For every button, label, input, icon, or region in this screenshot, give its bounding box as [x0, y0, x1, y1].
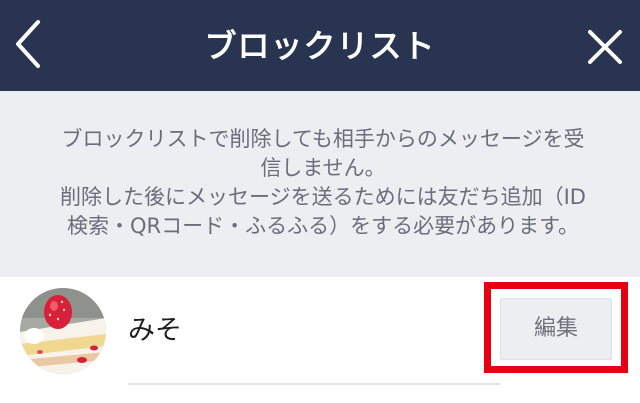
chevron-left-icon	[16, 20, 40, 68]
close-icon	[588, 30, 622, 64]
info-notice-text: ブロックリストで削除しても相手からのメッセージを受 信しません。 削除した後にメ…	[28, 125, 618, 241]
highlight-box	[484, 282, 628, 373]
notice-line-1: ブロックリストで削除しても相手からのメッセージを受	[61, 127, 585, 151]
back-button[interactable]	[6, 14, 52, 74]
notice-line-2: 信しません。	[260, 156, 386, 180]
page-title: ブロックリスト	[204, 27, 436, 65]
notice-line-4: 検索・QRコード・ふるふる）をする必要があります。	[66, 214, 580, 238]
notice-line-3: 削除した後にメッセージを送るためには友だち追加（ID	[60, 185, 586, 209]
strawberry-cake-avatar	[20, 288, 106, 374]
blocked-user-name: みそ	[128, 315, 182, 346]
close-button[interactable]	[580, 20, 630, 72]
divider	[128, 383, 500, 385]
navigation-bar: ブロックリスト	[0, 0, 640, 91]
avatar[interactable]	[20, 288, 106, 374]
